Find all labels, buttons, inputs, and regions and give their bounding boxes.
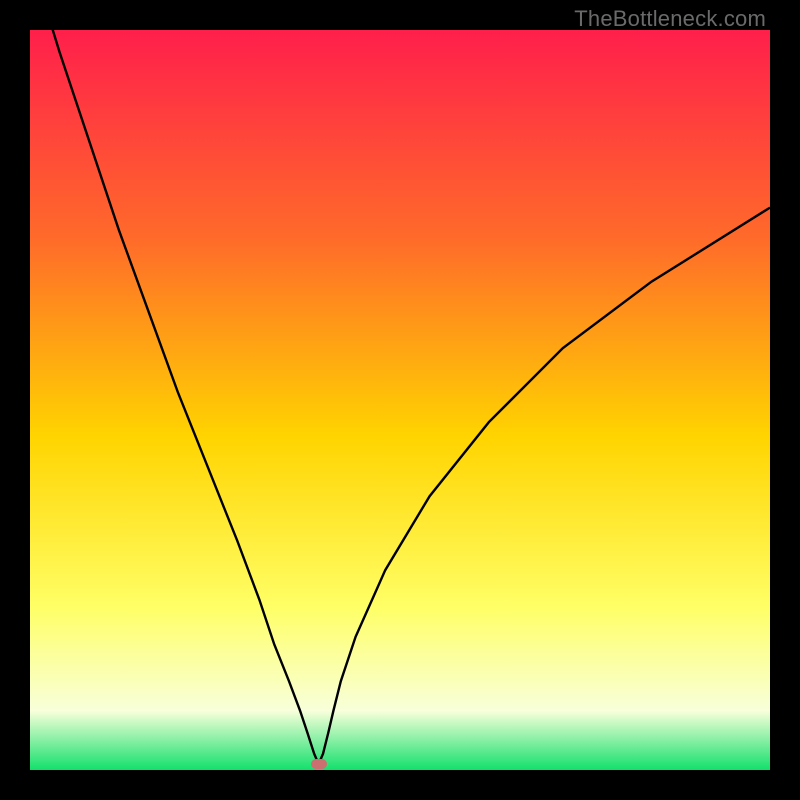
optimal-marker [311,759,327,769]
bottleneck-curve [30,30,770,770]
watermark-text: TheBottleneck.com [574,6,766,32]
chart-frame: TheBottleneck.com [0,0,800,800]
plot-area [30,30,770,770]
